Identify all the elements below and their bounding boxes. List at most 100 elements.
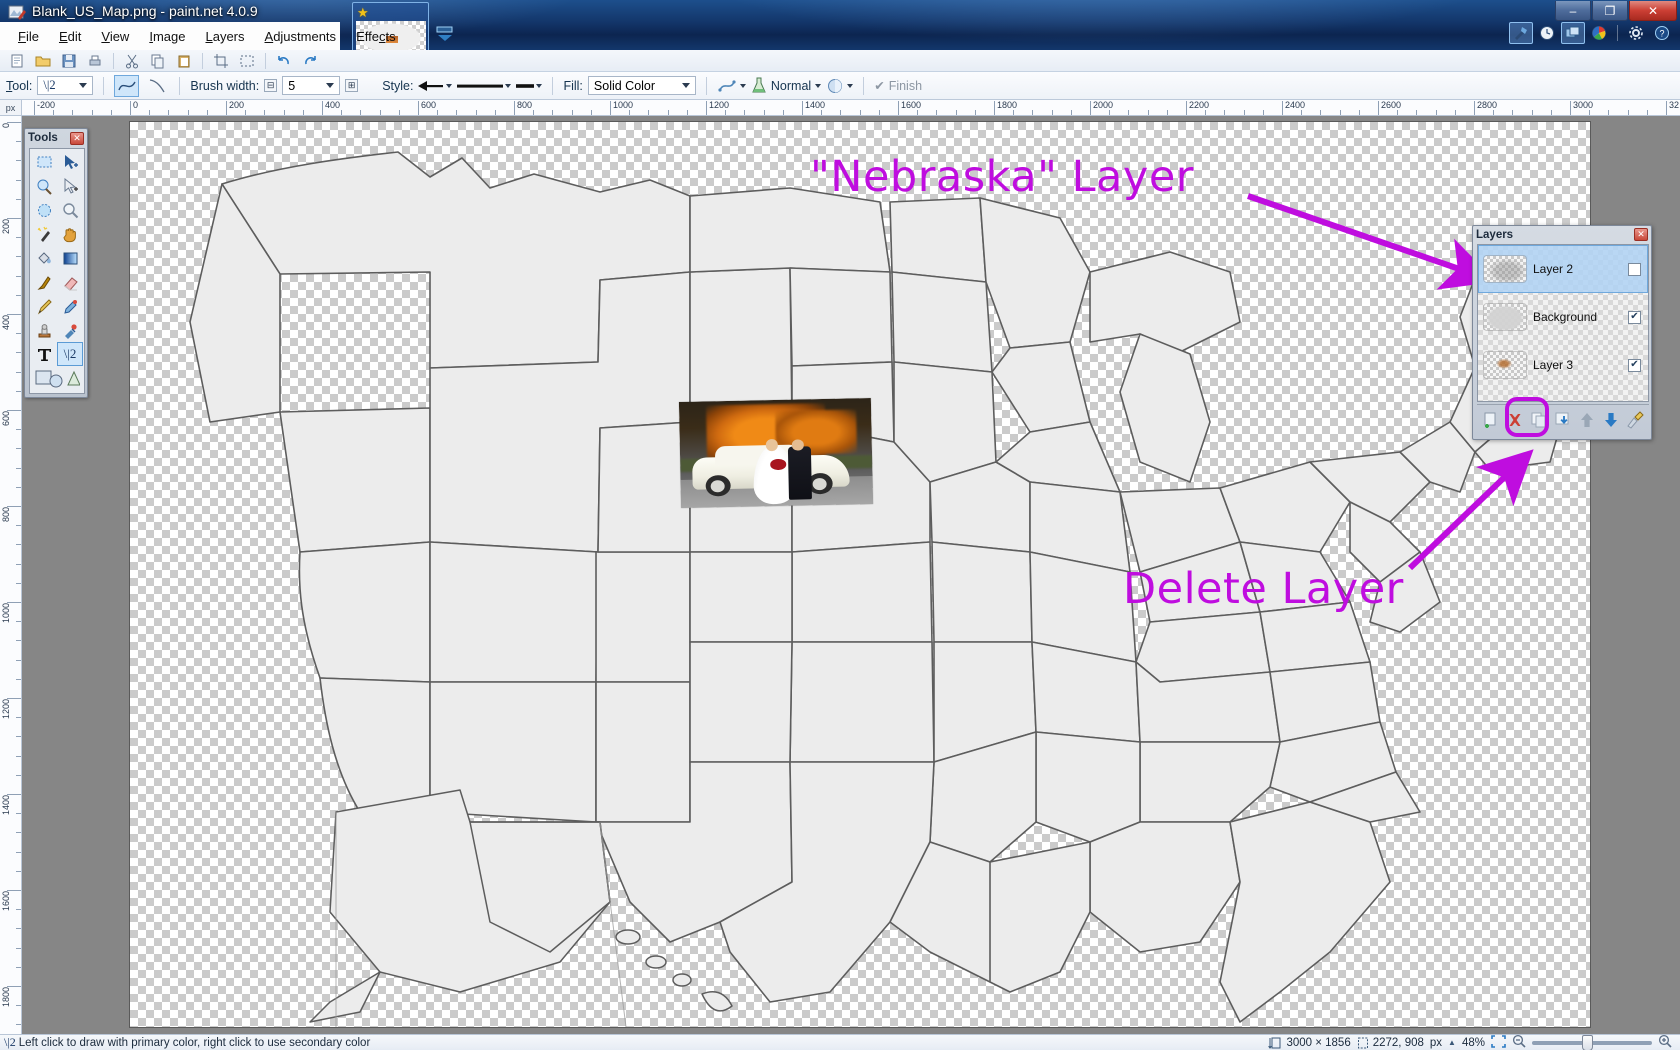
tool-selector-dropdown[interactable]: \|2 xyxy=(37,76,94,95)
cut-button[interactable] xyxy=(121,51,143,71)
crop-button[interactable] xyxy=(210,51,232,71)
layer-row-layer3[interactable]: Layer 3 ✔ xyxy=(1478,341,1648,389)
tab-list-chevron-icon[interactable] xyxy=(434,22,456,44)
layer-visibility-checkbox[interactable] xyxy=(1628,262,1641,276)
fit-to-window-icon[interactable] xyxy=(1491,1034,1506,1050)
ruler-minor-tick xyxy=(917,110,919,115)
paint-bucket-tool[interactable] xyxy=(31,246,57,270)
undo-button[interactable] xyxy=(273,51,295,71)
fill-dropdown[interactable]: Solid Color xyxy=(587,76,696,95)
layer-properties-button[interactable] xyxy=(1624,409,1646,431)
menu-adjustments[interactable]: Adjustments xyxy=(255,25,347,48)
open-button[interactable] xyxy=(32,51,54,71)
rectangle-select-tool[interactable] xyxy=(31,150,57,174)
zoom-slider[interactable] xyxy=(1532,1034,1652,1050)
ellipse-select-tool[interactable] xyxy=(31,198,57,222)
ruler-minor-tick xyxy=(16,352,21,354)
ruler-minor-tick xyxy=(494,110,496,115)
vertical-ruler: 0 200 400 600 800 1000 1200 1400 1600 1800 xyxy=(0,116,22,1034)
menu-image[interactable]: Image xyxy=(139,25,195,48)
nebraska-layer-photo[interactable] xyxy=(678,398,874,508)
fill-value: Solid Color xyxy=(593,78,656,93)
ruler-minor-tick xyxy=(629,110,631,115)
line-mode-button[interactable] xyxy=(114,74,140,97)
settings-icon[interactable] xyxy=(1624,22,1648,44)
clone-stamp-tool[interactable] xyxy=(31,318,57,342)
paste-button[interactable] xyxy=(173,51,195,71)
help-icon[interactable]: ? xyxy=(1650,22,1674,44)
style-cap-dropdown[interactable] xyxy=(516,80,543,92)
tools-palette-close-icon[interactable]: ✕ xyxy=(70,131,84,145)
ruler-minor-tick xyxy=(16,640,21,642)
ruler-label: 600 xyxy=(421,100,437,110)
layer-row-layer2[interactable]: Layer 2 xyxy=(1478,245,1648,293)
move-selected-tool[interactable] xyxy=(57,150,83,174)
shapes-tool[interactable] xyxy=(31,366,83,390)
new-button[interactable] xyxy=(6,51,28,71)
history-window-icon[interactable] xyxy=(1535,22,1559,44)
copy-button[interactable] xyxy=(147,51,169,71)
color-picker-tool[interactable] xyxy=(57,294,83,318)
layers-panel-close-icon[interactable]: ✕ xyxy=(1634,228,1648,241)
move-layer-down-button[interactable] xyxy=(1600,409,1622,431)
tools-window-icon[interactable] xyxy=(1509,22,1533,44)
layer-visibility-checkbox[interactable]: ✔ xyxy=(1628,310,1641,324)
zoom-slider-knob[interactable] xyxy=(1582,1034,1593,1050)
paintbrush-tool[interactable] xyxy=(31,270,57,294)
deselect-button[interactable] xyxy=(236,51,258,71)
save-button[interactable] xyxy=(58,51,80,71)
close-button[interactable]: ✕ xyxy=(1629,1,1677,21)
blend-mode-dropdown[interactable]: Normal xyxy=(751,77,822,95)
canvas-area[interactable] xyxy=(22,116,1680,1034)
units-caret-icon[interactable]: ▲ xyxy=(1448,1038,1456,1047)
alpha-blending-dropdown[interactable] xyxy=(826,77,854,95)
magic-wand-tool[interactable] xyxy=(31,222,57,246)
brush-width-input[interactable]: 5 xyxy=(282,76,341,95)
minimize-button[interactable]: – xyxy=(1555,1,1591,21)
style-arrow-dropdown[interactable] xyxy=(418,80,453,92)
layers-list[interactable]: Layer 2 Background ✔ Layer 3 ✔ xyxy=(1477,244,1649,402)
merge-layer-down-button[interactable] xyxy=(1552,409,1574,431)
pencil-tool[interactable] xyxy=(31,294,57,318)
ruler-minor-tick xyxy=(1262,110,1264,115)
antialiasing-dropdown[interactable] xyxy=(717,78,746,94)
ruler-minor-tick xyxy=(16,544,21,546)
layer-row-background[interactable]: Background ✔ xyxy=(1478,293,1648,341)
image-canvas[interactable] xyxy=(130,122,1590,1027)
tools-palette[interactable]: Tools ✕ \|2 xyxy=(24,128,88,398)
maximize-button[interactable]: ❐ xyxy=(1592,1,1628,21)
redo-button[interactable] xyxy=(299,51,321,71)
ruler-minor-tick xyxy=(475,110,477,115)
layers-panel[interactable]: Layers ✕ Layer 2 Background ✔ Layer 3 ✔ xyxy=(1472,225,1652,440)
gradient-tool[interactable] xyxy=(57,246,83,270)
text-tool[interactable] xyxy=(31,342,57,366)
print-button[interactable] xyxy=(84,51,106,71)
menu-view[interactable]: View xyxy=(91,25,139,48)
layers-window-icon[interactable] xyxy=(1561,22,1585,44)
pan-tool[interactable] xyxy=(57,222,83,246)
line-curve-tool[interactable]: \|2 xyxy=(57,342,83,366)
eraser-tool[interactable] xyxy=(57,270,83,294)
add-new-layer-button[interactable] xyxy=(1480,409,1502,431)
recolor-tool[interactable] xyxy=(57,318,83,342)
zoom-in-icon[interactable] xyxy=(1658,1034,1672,1050)
style-dash-dropdown[interactable] xyxy=(457,80,512,92)
menu-effects[interactable]: Effects xyxy=(346,25,406,48)
layer-visibility-checkbox[interactable]: ✔ xyxy=(1628,358,1641,372)
finish-button[interactable]: ✔ Finish xyxy=(874,78,922,94)
move-layer-up-button[interactable] xyxy=(1576,409,1598,431)
zoom-tool[interactable] xyxy=(57,198,83,222)
brush-width-decrement-button[interactable]: ⊟ xyxy=(264,79,278,92)
menu-file[interactable]: File xyxy=(8,25,49,48)
ruler-minor-tick xyxy=(1109,110,1111,115)
menu-edit[interactable]: Edit xyxy=(49,25,91,48)
brush-width-value: 5 xyxy=(288,78,296,93)
colors-window-icon[interactable] xyxy=(1587,22,1611,44)
menu-layers[interactable]: Layers xyxy=(195,25,254,48)
zoom-out-icon[interactable] xyxy=(1512,1034,1526,1050)
lasso-select-tool[interactable] xyxy=(31,174,57,198)
curve-mode-button[interactable] xyxy=(144,75,169,97)
brush-width-increment-button[interactable]: ⊞ xyxy=(345,79,359,92)
tools-palette-header: Tools ✕ xyxy=(25,129,87,147)
move-selection-tool[interactable] xyxy=(57,174,83,198)
